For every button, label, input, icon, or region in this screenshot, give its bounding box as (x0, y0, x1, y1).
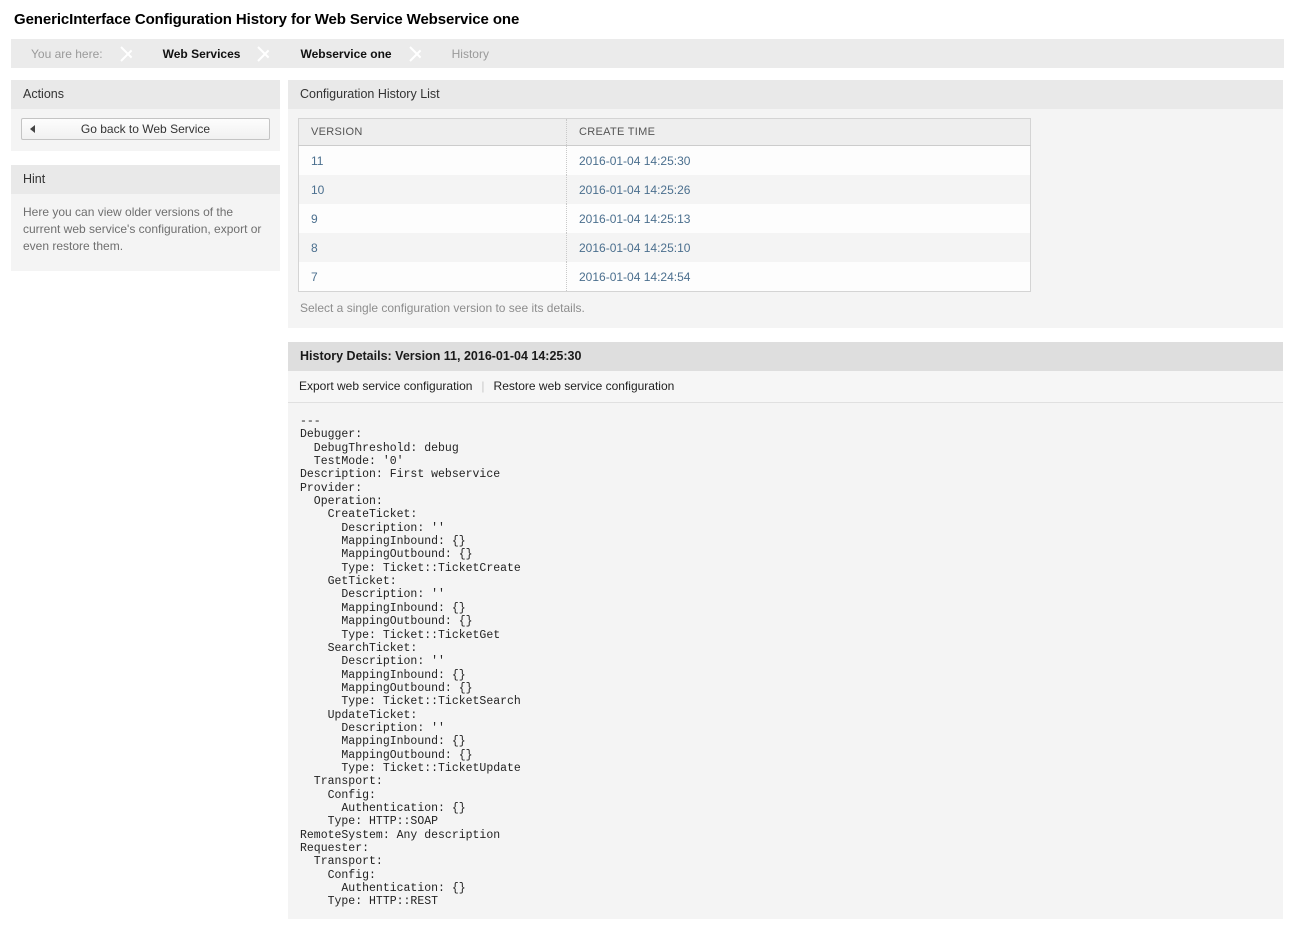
configuration-history-table: VERSION CREATE TIME 11 2016-01-04 14:25:… (298, 118, 1031, 292)
actions-body: Go back to Web Service (11, 109, 280, 151)
export-web-service-configuration-link[interactable]: Export web service configuration (299, 379, 472, 393)
page-title: GenericInterface Configuration History f… (14, 11, 520, 28)
cell-create-time: 2016-01-04 14:24:54 (567, 262, 1031, 292)
breadcrumb-item-history: History (451, 46, 489, 61)
breadcrumb-chevron-icon (408, 39, 430, 68)
cell-create-time: 2016-01-04 14:25:26 (567, 175, 1031, 204)
table-row[interactable]: 11 2016-01-04 14:25:30 (298, 145, 1031, 176)
breadcrumb-item-webservice-one[interactable]: Webservice one (278, 39, 407, 68)
cell-version: 7 (298, 262, 567, 292)
version-link[interactable]: 10 (311, 183, 324, 197)
cell-create-time: 2016-01-04 14:25:30 (567, 146, 1031, 176)
configuration-yaml-content: --- Debugger: DebugThreshold: debug Test… (288, 403, 1283, 919)
create-time-link[interactable]: 2016-01-04 14:25:10 (579, 241, 690, 255)
go-back-button-label: Go back to Web Service (80, 122, 211, 136)
column-header-create-time[interactable]: CREATE TIME (566, 118, 1031, 146)
create-time-link[interactable]: 2016-01-04 14:24:54 (579, 270, 690, 284)
version-link[interactable]: 7 (311, 270, 318, 284)
breadcrumb-prefix: You are here: (31, 46, 103, 61)
restore-web-service-configuration-link[interactable]: Restore web service configuration (494, 379, 675, 393)
table-header-row: VERSION CREATE TIME (298, 118, 1031, 146)
cell-version: 8 (298, 233, 567, 262)
table-head: VERSION CREATE TIME (298, 118, 1031, 146)
breadcrumb-chevron-icon (119, 39, 141, 68)
go-back-to-web-service-button[interactable]: Go back to Web Service (21, 118, 270, 140)
hint-header: Hint (11, 165, 280, 194)
version-link[interactable]: 9 (311, 212, 318, 226)
cell-version: 10 (298, 175, 567, 204)
create-time-link[interactable]: 2016-01-04 14:25:26 (579, 183, 690, 197)
create-time-link[interactable]: 2016-01-04 14:25:13 (579, 212, 690, 226)
hint-widget: Hint Here you can view older versions of… (11, 165, 280, 271)
caret-left-icon (30, 125, 35, 133)
actions-header: Actions (11, 80, 280, 109)
history-details-header: History Details: Version 11, 2016-01-04 … (288, 342, 1283, 371)
table-row[interactable]: 9 2016-01-04 14:25:13 (298, 204, 1031, 233)
configuration-history-list-widget: Configuration History List VERSION CREAT… (288, 80, 1283, 328)
history-details-widget: History Details: Version 11, 2016-01-04 … (288, 342, 1283, 919)
column-header-version[interactable]: VERSION (298, 118, 567, 146)
breadcrumb-chevron-icon (256, 39, 278, 68)
table-row[interactable]: 10 2016-01-04 14:25:26 (298, 175, 1031, 204)
actions-widget: Actions Go back to Web Service (11, 80, 280, 151)
history-details-actions: Export web service configuration | Resto… (288, 371, 1283, 403)
cell-create-time: 2016-01-04 14:25:13 (567, 204, 1031, 233)
cell-version: 9 (298, 204, 567, 233)
create-time-link[interactable]: 2016-01-04 14:25:30 (579, 154, 690, 168)
breadcrumb-item-web-services[interactable]: Web Services (141, 39, 257, 68)
main-layout: Actions Go back to Web Service Hint Here… (0, 80, 1295, 933)
history-table-note: Select a single configuration version to… (300, 301, 585, 315)
table-row[interactable]: 8 2016-01-04 14:25:10 (298, 233, 1031, 262)
hint-text: Here you can view older versions of the … (23, 205, 262, 253)
sidebar: Actions Go back to Web Service Hint Here… (11, 80, 280, 285)
version-link[interactable]: 8 (311, 241, 318, 255)
version-link[interactable]: 11 (311, 154, 323, 168)
table-row[interactable]: 7 2016-01-04 14:24:54 (298, 262, 1031, 292)
table-body: 11 2016-01-04 14:25:30 10 2016-01-04 14:… (298, 145, 1031, 292)
configuration-history-list-header: Configuration History List (288, 80, 1283, 109)
cell-version: 11 (298, 145, 567, 175)
content-area: Configuration History List VERSION CREAT… (288, 80, 1283, 933)
breadcrumb: You are here: Web Services Webservice on… (11, 39, 1284, 68)
link-separator: | (481, 379, 485, 393)
cell-create-time: 2016-01-04 14:25:10 (567, 233, 1031, 262)
history-table-shell: VERSION CREATE TIME 11 2016-01-04 14:25:… (288, 109, 1283, 292)
